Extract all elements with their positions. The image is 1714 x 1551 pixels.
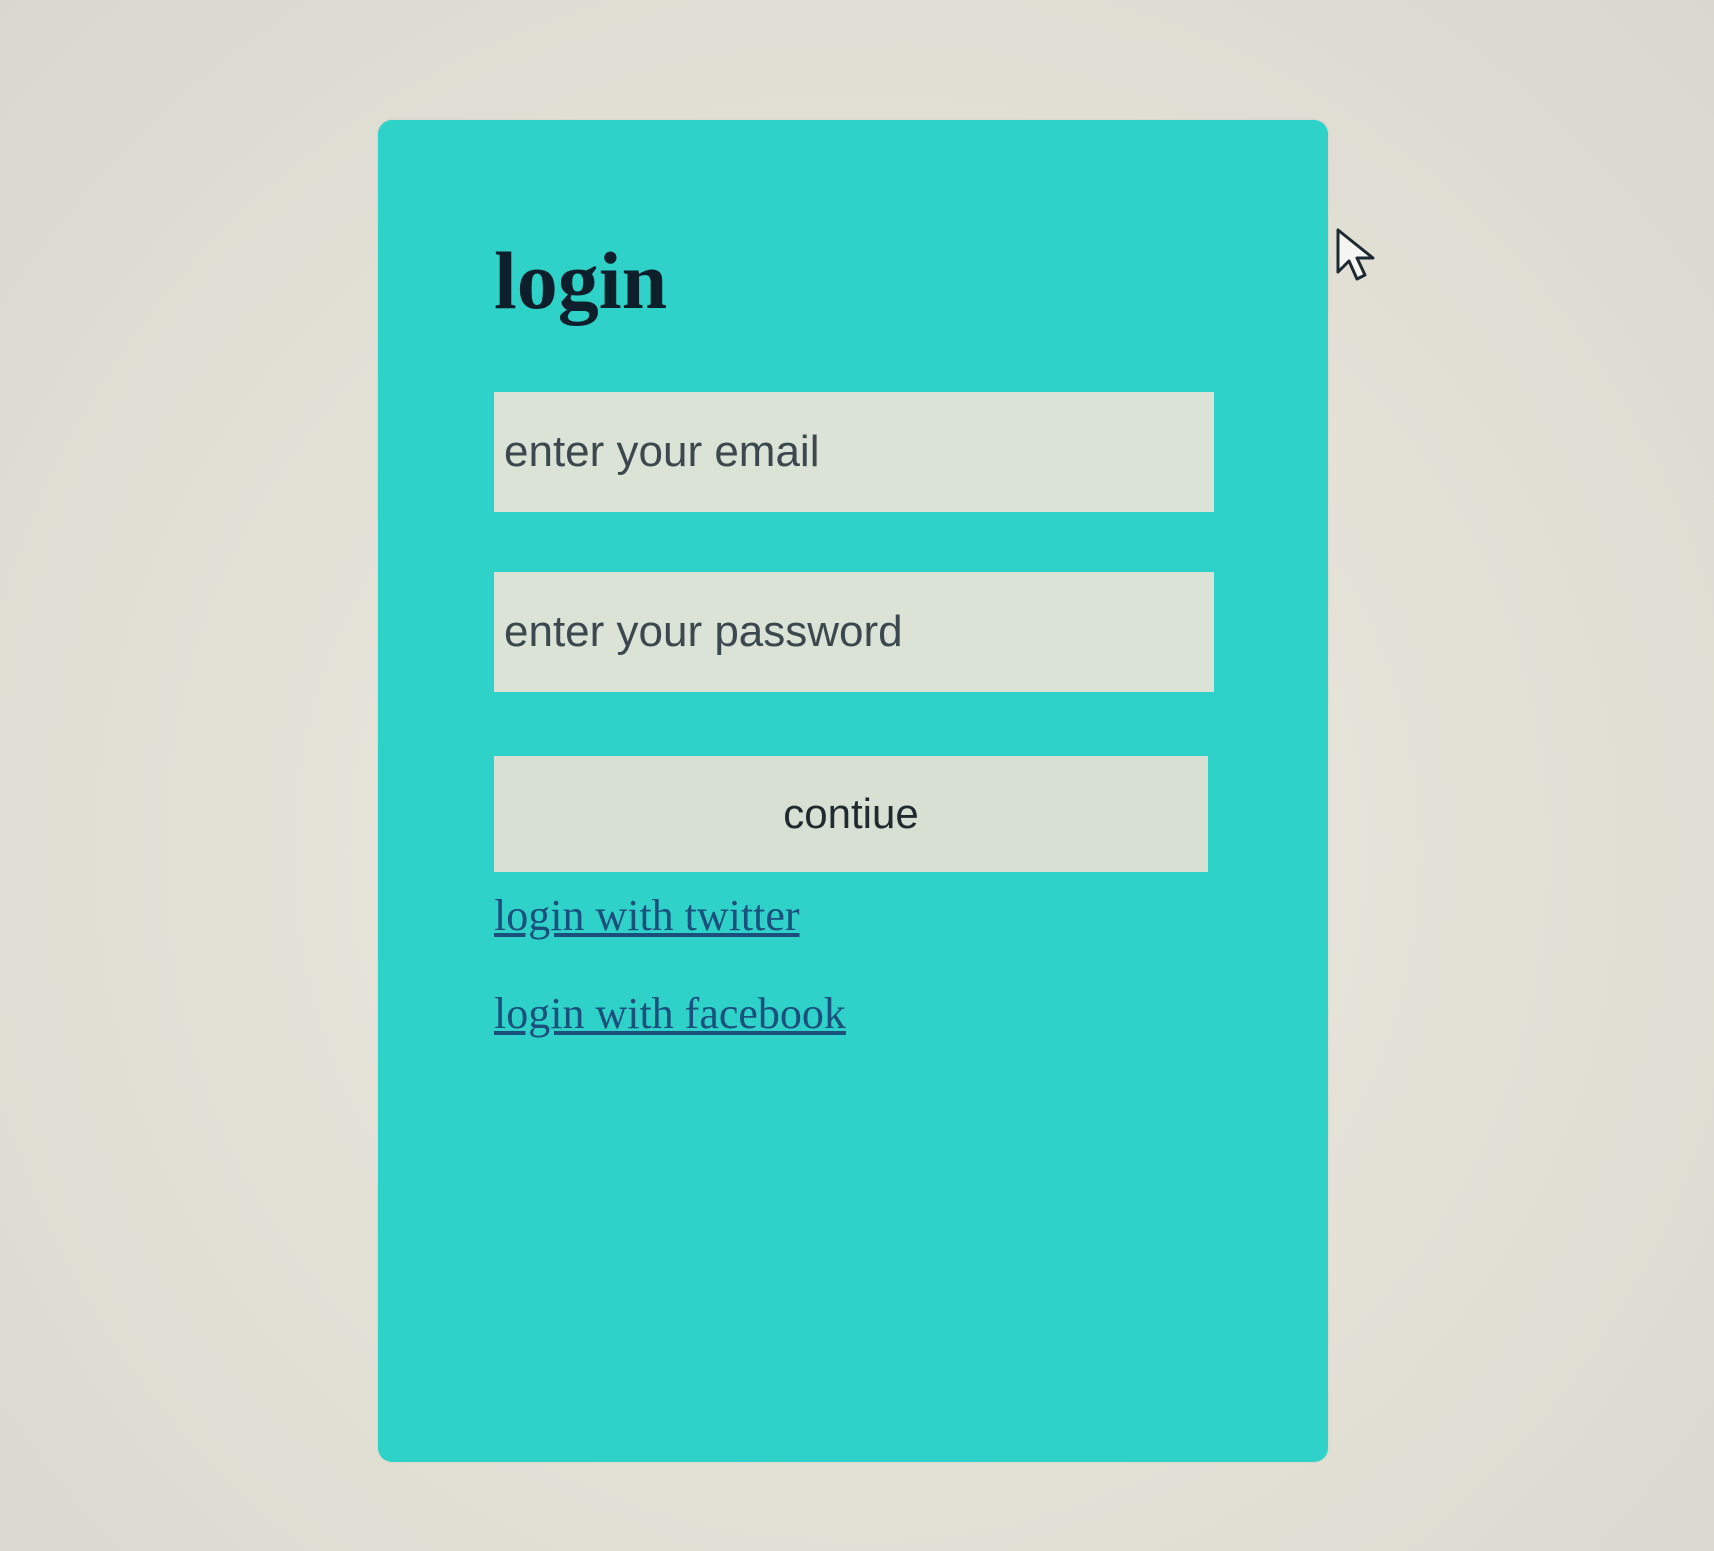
login-title: login [494, 235, 668, 326]
login-with-facebook-link[interactable]: login with facebook [494, 992, 846, 1036]
continue-button[interactable]: contiue [494, 756, 1208, 872]
email-input[interactable] [494, 392, 1214, 512]
mouse-pointer-icon [1336, 228, 1375, 281]
password-input[interactable] [494, 572, 1214, 692]
login-card: login contiue login with twitter login w… [378, 120, 1328, 1462]
login-with-twitter-link[interactable]: login with twitter [494, 894, 800, 938]
